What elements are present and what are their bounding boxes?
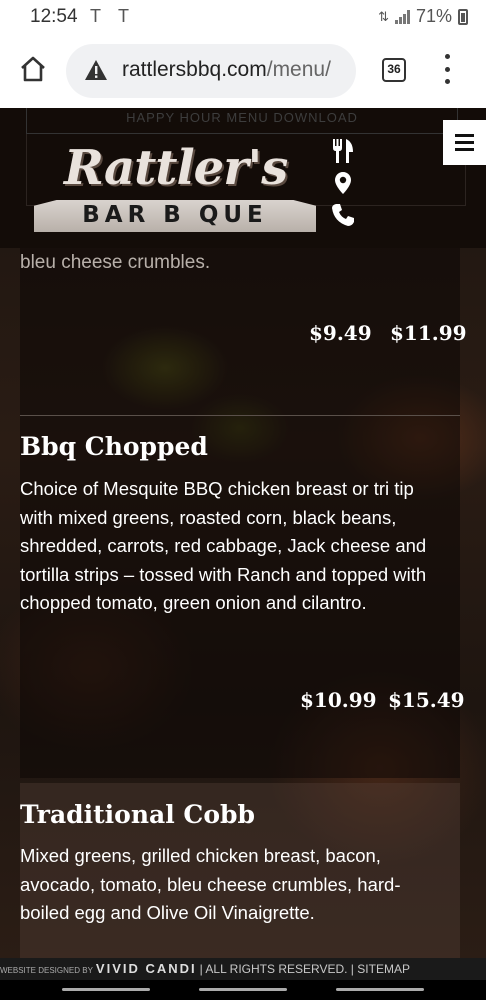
url-path: /menu/: [266, 58, 331, 81]
logo-banner-text: BAR B QUE: [82, 202, 268, 228]
address-bar[interactable]: rattlersbbq.com/menu/: [66, 44, 356, 98]
previous-item-price-large: $11.99: [390, 321, 467, 345]
footer-designed-by: WEBSITE DESIGNED BY: [0, 966, 93, 975]
footer-rights: | ALL RIGHTS RESERVED. |: [199, 962, 354, 976]
notification-icon: T: [90, 6, 101, 26]
menu-item-description: Choice of Mesquite BBQ chicken breast or…: [20, 478, 427, 613]
nav-back[interactable]: [336, 988, 424, 991]
utensils-icon[interactable]: [330, 138, 356, 164]
map-pin-icon[interactable]: [330, 170, 356, 196]
site-footer: WEBSITE DESIGNED BY VIVID CANDI | ALL RIGH…: [0, 958, 486, 980]
status-indicators: ⇅ 71%: [378, 6, 468, 27]
nav-home[interactable]: [199, 988, 287, 991]
menu-item-description: Mixed greens, grilled chicken breast, ba…: [20, 845, 401, 923]
logo-script: Rattler's: [64, 140, 288, 196]
home-icon[interactable]: [18, 54, 48, 84]
tab-switcher-button[interactable]: 36: [382, 58, 406, 82]
warning-icon[interactable]: [84, 59, 108, 86]
battery-icon: [458, 8, 468, 25]
status-bar: 12:54 T T ⇅ 71%: [0, 0, 486, 34]
menu-item-price-small: $10.99: [300, 688, 377, 712]
menu-item-title: Traditional Cobb: [20, 800, 255, 829]
footer-brand-link[interactable]: VIVID CANDI: [96, 961, 197, 976]
phone-icon[interactable]: [330, 202, 356, 228]
menu-item-title: Bbq Chopped: [20, 432, 208, 461]
system-navigation-bar: [0, 980, 486, 1000]
site-header: HAPPY HOUR MENU DOWNLOAD Rattler's BAR B…: [0, 108, 486, 248]
notification-icon: T: [118, 6, 129, 26]
previous-item-description: bleu cheese crumbles.: [20, 252, 211, 273]
menu-item-price-large: $15.49: [388, 688, 465, 712]
nav-recents[interactable]: [62, 988, 150, 991]
status-time: 12:54: [30, 6, 78, 27]
browser-toolbar: rattlersbbq.com/menu/ 36: [0, 34, 486, 108]
signal-icon: [394, 9, 410, 24]
previous-item-price-small: $9.49: [309, 321, 372, 345]
hamburger-menu-icon[interactable]: [443, 120, 486, 165]
more-vert-icon[interactable]: [441, 54, 453, 84]
happy-hour-menu-link[interactable]: HAPPY HOUR MENU DOWNLOAD: [26, 108, 458, 134]
battery-level: 71%: [415, 6, 452, 26]
url-text[interactable]: rattlersbbq.com/menu/: [122, 58, 348, 82]
menu-divider: [20, 415, 460, 416]
url-host: rattlersbbq.com: [122, 58, 267, 81]
wifi-icon: ⇅: [378, 8, 389, 24]
web-page: HAPPY HOUR MENU DOWNLOAD Rattler's BAR B…: [0, 108, 486, 958]
footer-sitemap-link[interactable]: SITEMAP: [357, 962, 410, 976]
site-logo[interactable]: Rattler's BAR B QUE: [34, 140, 316, 236]
